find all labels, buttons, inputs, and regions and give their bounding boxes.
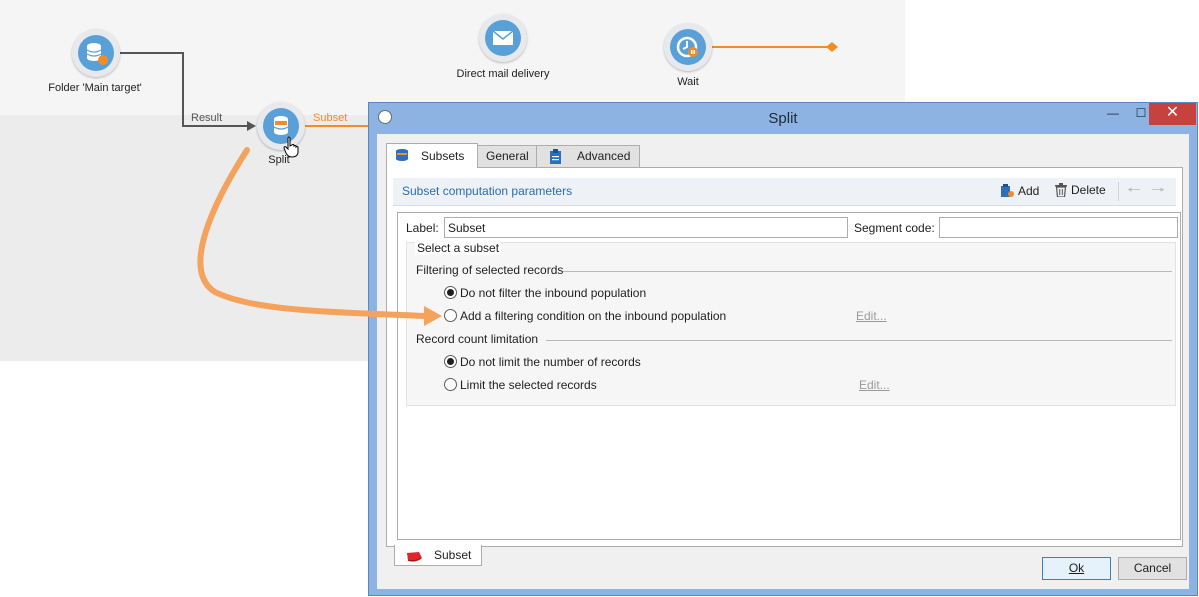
add-icon bbox=[1000, 183, 1014, 201]
tab-general-label: General bbox=[486, 149, 529, 163]
database-target-icon bbox=[78, 35, 114, 71]
limit-edit-link[interactable]: Edit... bbox=[859, 378, 890, 392]
minimize-button[interactable]: — bbox=[1099, 103, 1127, 125]
delete-button[interactable]: Delete bbox=[1055, 183, 1106, 200]
wait-outbound-endpoint bbox=[826, 42, 838, 52]
cancel-button[interactable]: Cancel bbox=[1118, 557, 1187, 580]
envelope-icon bbox=[485, 20, 521, 56]
subset-parameters-panel: Label: Segment code: Select a subset Fil… bbox=[397, 212, 1181, 540]
no-limit-radio[interactable] bbox=[444, 355, 457, 368]
ok-button-label: Ok bbox=[1068, 561, 1085, 575]
add-button[interactable]: Add bbox=[1000, 183, 1039, 201]
filtering-section-title: Filtering of selected records bbox=[416, 263, 564, 277]
tab-subsets-label: Subsets bbox=[421, 149, 465, 163]
subset-link-label: Subset bbox=[313, 112, 348, 124]
result-link-label: Result bbox=[191, 112, 223, 124]
clock-pause-icon bbox=[670, 29, 706, 65]
folder-main-target-node[interactable] bbox=[72, 29, 120, 77]
limit-records-radio[interactable] bbox=[444, 378, 457, 391]
dialog-title: Split bbox=[768, 110, 798, 127]
database-icon bbox=[395, 148, 409, 168]
filter-condition-label[interactable]: Add a filtering condition on the inbound… bbox=[460, 309, 726, 323]
direct-mail-delivery-node[interactable] bbox=[479, 14, 527, 62]
subset-bottom-tab[interactable]: Subset bbox=[394, 545, 482, 566]
filter-condition-radio[interactable] bbox=[444, 309, 457, 322]
no-filter-label[interactable]: Do not filter the inbound population bbox=[460, 286, 646, 300]
folder-node-label: Folder 'Main target' bbox=[48, 82, 142, 94]
segment-code-input[interactable] bbox=[939, 217, 1178, 238]
result-transition-arrowhead bbox=[247, 121, 256, 131]
limitation-section-title: Record count limitation bbox=[416, 332, 539, 346]
add-button-label: Add bbox=[1018, 184, 1040, 198]
hand-cursor-icon bbox=[283, 136, 299, 158]
select-subset-group: Select a subset Filtering of selected re… bbox=[406, 241, 1176, 406]
wait-node[interactable] bbox=[664, 23, 712, 71]
label-caption: Label: bbox=[406, 221, 439, 235]
select-subset-title: Select a subset bbox=[415, 241, 502, 255]
trash-icon bbox=[1055, 183, 1067, 200]
direct-mail-node-label: Direct mail delivery bbox=[456, 68, 550, 80]
ok-button[interactable]: Ok bbox=[1042, 557, 1111, 580]
subset-toolbar: Subset computation parameters Add Delete… bbox=[393, 178, 1176, 206]
segment-code-caption: Segment code: bbox=[854, 221, 935, 235]
filter-edit-link[interactable]: Edit... bbox=[856, 309, 887, 323]
no-filter-radio[interactable] bbox=[444, 286, 457, 299]
move-left-arrow-icon[interactable]: 🠐 bbox=[1127, 183, 1141, 199]
dialog-titlebar[interactable]: Split — ☐ ✕ bbox=[369, 103, 1197, 133]
limitation-section-divider bbox=[546, 340, 1172, 341]
dialog-client-area: Subsets General Advanced Subset computat… bbox=[377, 134, 1189, 589]
delete-button-label: Delete bbox=[1071, 183, 1106, 197]
no-limit-label[interactable]: Do not limit the number of records bbox=[460, 355, 641, 369]
tab-subsets[interactable]: Subsets bbox=[386, 143, 478, 168]
subset-red-icon bbox=[405, 549, 423, 569]
label-input[interactable] bbox=[444, 217, 848, 238]
tab-advanced[interactable]: Advanced bbox=[536, 145, 640, 167]
split-dialog: Split — ☐ ✕ Subsets General Advanced Sub… bbox=[368, 102, 1198, 596]
limit-records-label[interactable]: Limit the selected records bbox=[460, 378, 597, 392]
move-right-arrow-icon[interactable]: 🠒 bbox=[1151, 183, 1165, 199]
close-button[interactable]: ✕ bbox=[1149, 103, 1196, 125]
wait-node-label: Wait bbox=[677, 76, 699, 88]
toolbar-separator bbox=[1118, 182, 1119, 201]
cancel-button-label: Cancel bbox=[1133, 561, 1172, 575]
filtering-section-divider bbox=[563, 271, 1172, 272]
subset-bottom-tab-label: Subset bbox=[434, 548, 472, 562]
tab-general[interactable]: General bbox=[477, 145, 537, 167]
toolbar-title: Subset computation parameters bbox=[402, 184, 573, 198]
tab-advanced-label: Advanced bbox=[577, 149, 631, 163]
subsets-tab-panel: Subset computation parameters Add Delete… bbox=[386, 167, 1183, 547]
